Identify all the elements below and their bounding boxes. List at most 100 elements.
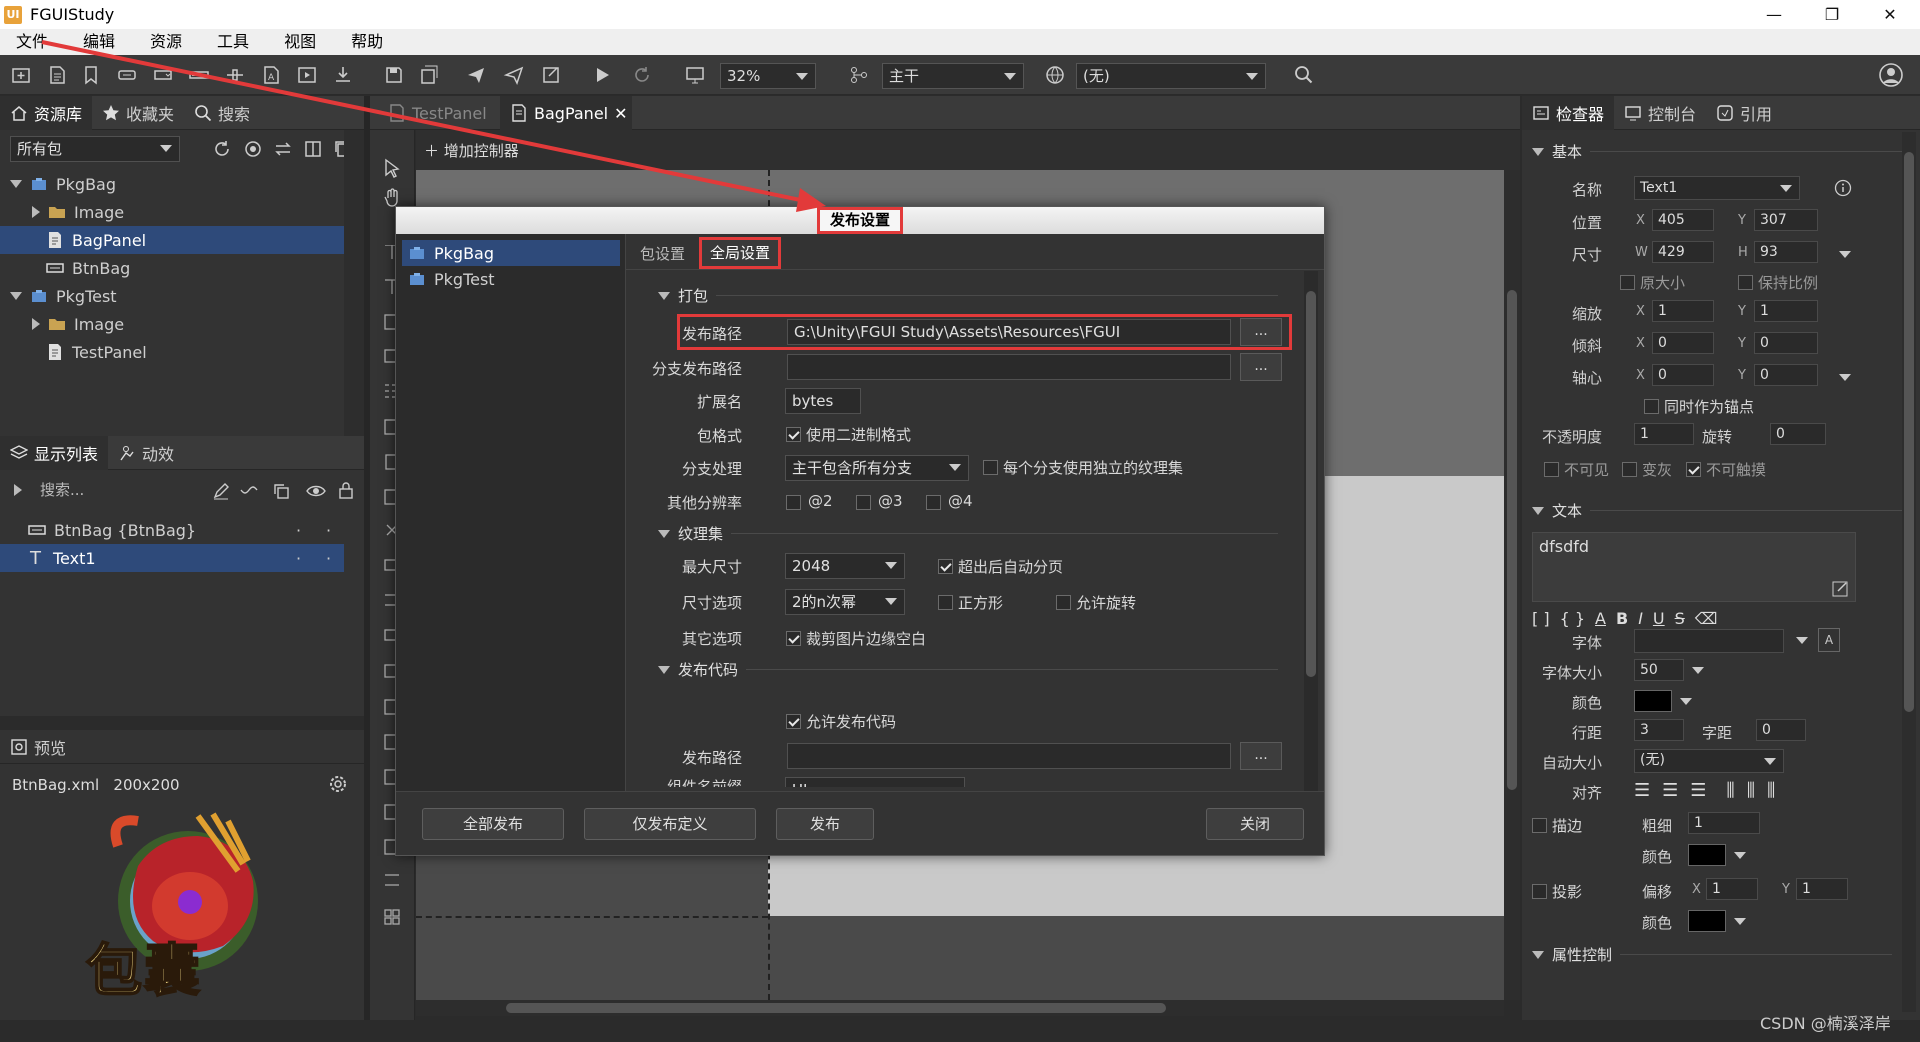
refresh-icon[interactable] xyxy=(212,139,232,159)
trim-image-checkbox[interactable] xyxy=(786,631,801,646)
tab-inspector[interactable]: 检查器 xyxy=(1522,95,1615,130)
pointer-icon[interactable] xyxy=(382,158,402,178)
autosize-select[interactable]: (无) xyxy=(1634,749,1784,773)
rotation-field[interactable]: 0 xyxy=(1770,423,1826,445)
section-basic[interactable]: 基本 xyxy=(1532,141,1902,162)
extension-input[interactable]: bytes xyxy=(785,388,861,414)
publish-all-icon[interactable] xyxy=(503,64,525,86)
close-window-button[interactable]: ✕ xyxy=(1861,0,1919,29)
new-label-icon[interactable] xyxy=(80,64,102,86)
menu-help[interactable]: 帮助 xyxy=(335,29,402,55)
text-color-swatch[interactable] xyxy=(1634,690,1672,712)
dialog-scrollbar[interactable] xyxy=(1304,271,1318,791)
position-y-field[interactable]: 307 xyxy=(1754,209,1818,231)
tab-console[interactable]: 控制台 xyxy=(1614,96,1706,130)
publish-path-input[interactable]: G:\Unity\FGUI Study\Assets\Resources\FGU… xyxy=(787,319,1231,345)
letter-spacing-field[interactable]: 0 xyxy=(1756,719,1806,741)
section-property-control[interactable]: 属性控制 xyxy=(1532,944,1892,965)
visibility-dot[interactable]: · xyxy=(296,549,301,568)
tab-display-list[interactable]: 显示列表 xyxy=(0,435,109,470)
allow-rotate-checkbox[interactable] xyxy=(1056,595,1071,610)
square-checkbox[interactable] xyxy=(938,595,953,610)
inspector-scrollbar[interactable] xyxy=(1902,132,1916,1012)
new-button-icon[interactable] xyxy=(116,64,138,86)
bold-icon[interactable]: B xyxy=(1616,609,1628,628)
stage-v-scrollbar[interactable] xyxy=(1504,170,1520,1000)
orig-size-checkbox[interactable] xyxy=(1620,275,1635,290)
stroke-thickness-field[interactable]: 1 xyxy=(1688,812,1760,834)
size-option-select[interactable]: 2的n次幂 xyxy=(785,589,905,615)
menu-file[interactable]: 文件 xyxy=(0,29,67,55)
valign-bottom-icon[interactable]: ⫼ xyxy=(1767,780,1775,801)
italic-icon[interactable]: I xyxy=(1638,609,1643,628)
tab-global-settings[interactable]: 全局设置 xyxy=(699,237,782,269)
menu-assets[interactable]: 资源 xyxy=(134,29,201,55)
res-3x-checkbox[interactable] xyxy=(856,495,871,510)
stroke-color-swatch[interactable] xyxy=(1688,844,1726,866)
untouchable-checkbox[interactable] xyxy=(1686,462,1701,477)
align-right-icon[interactable]: ☰ xyxy=(1690,780,1706,801)
resolution-icon[interactable] xyxy=(684,64,706,86)
binary-format-checkbox[interactable] xyxy=(786,427,801,442)
scale-y-field[interactable]: 1 xyxy=(1754,300,1818,322)
new-movieclip-icon[interactable] xyxy=(296,64,318,86)
lock-dot[interactable]: · xyxy=(326,521,331,540)
save-all-icon[interactable] xyxy=(419,64,441,86)
skew-x-field[interactable]: 0 xyxy=(1652,332,1714,354)
tween-icon[interactable] xyxy=(240,482,258,500)
close-tab-icon[interactable]: ✕ xyxy=(614,104,627,123)
tree-item-btnbag[interactable]: BtnBag xyxy=(0,254,344,282)
text-color-icon[interactable]: A xyxy=(1595,609,1606,628)
publish-all-button[interactable]: 全部发布 xyxy=(422,808,564,840)
code-prefix-input[interactable]: UI xyxy=(785,777,965,787)
scroll-thumb[interactable] xyxy=(1507,290,1517,790)
section-code[interactable]: 发布代码 xyxy=(658,659,1278,680)
font-size-dropdown-icon[interactable] xyxy=(1692,667,1704,674)
tree-item-pkgtest[interactable]: PkgTest xyxy=(0,282,344,310)
branch-icon[interactable] xyxy=(848,64,870,86)
scroll-thumb[interactable] xyxy=(506,1003,1166,1013)
hand-icon[interactable] xyxy=(382,188,402,208)
display-item-btnbag[interactable]: BtnBag {BtnBag} · · xyxy=(0,516,344,544)
font-size-field[interactable]: 50 xyxy=(1634,659,1684,681)
eraser-icon[interactable]: ⌫ xyxy=(1695,609,1718,628)
language-select[interactable]: (无) xyxy=(1076,63,1266,89)
scroll-thumb[interactable] xyxy=(1904,152,1914,712)
font-browse-icon[interactable]: A xyxy=(1818,628,1840,652)
publish-button[interactable]: 发布 xyxy=(776,808,874,840)
browse-branch-path-button[interactable]: ... xyxy=(1240,353,1282,381)
close-dialog-button[interactable]: 关闭 xyxy=(1206,808,1304,840)
tree-item-testpanel[interactable]: TestPanel xyxy=(0,338,344,366)
font-dropdown-icon[interactable] xyxy=(1796,637,1808,644)
color-dropdown-icon[interactable] xyxy=(1680,698,1692,705)
branch-path-input[interactable] xyxy=(787,354,1231,380)
new-slider-icon[interactable] xyxy=(224,64,246,86)
text-content-field[interactable]: dfsdfd xyxy=(1532,532,1856,602)
branch-handling-select[interactable]: 主干包含所有分支 xyxy=(785,455,969,481)
new-font-icon[interactable]: A xyxy=(260,64,282,86)
align-left-icon[interactable]: ☰ xyxy=(1634,780,1650,801)
tab-transitions[interactable]: 动效 xyxy=(108,436,184,470)
res-4x-checkbox[interactable] xyxy=(926,495,941,510)
pivot-x-field[interactable]: 0 xyxy=(1652,364,1714,386)
new-combobox-icon[interactable] xyxy=(152,64,174,86)
menu-edit[interactable]: 编辑 xyxy=(67,29,134,55)
save-icon[interactable] xyxy=(383,64,405,86)
publish-settings-icon[interactable] xyxy=(541,64,563,86)
search-icon[interactable] xyxy=(1293,64,1315,86)
tab-search[interactable]: 搜索 xyxy=(184,96,260,130)
brackets-icon[interactable]: [ ] xyxy=(1532,609,1550,628)
keep-ratio-checkbox[interactable] xyxy=(1738,275,1753,290)
locate-icon[interactable] xyxy=(243,139,263,159)
tree-item-pkgbag[interactable]: PkgBag xyxy=(0,170,344,198)
scale-x-field[interactable]: 1 xyxy=(1652,300,1714,322)
code-path-input[interactable] xyxy=(787,743,1231,769)
shadow-y-field[interactable]: 1 xyxy=(1796,878,1848,900)
new-package-icon[interactable] xyxy=(10,64,32,86)
grayed-checkbox[interactable] xyxy=(1622,462,1637,477)
tab-package-settings[interactable]: 包设置 xyxy=(632,243,693,264)
tab-references[interactable]: 引用 xyxy=(1706,96,1782,130)
size-menu-arrow-icon[interactable] xyxy=(1839,251,1851,258)
globe-icon[interactable] xyxy=(1044,64,1066,86)
braces-icon[interactable]: { } xyxy=(1560,609,1585,628)
